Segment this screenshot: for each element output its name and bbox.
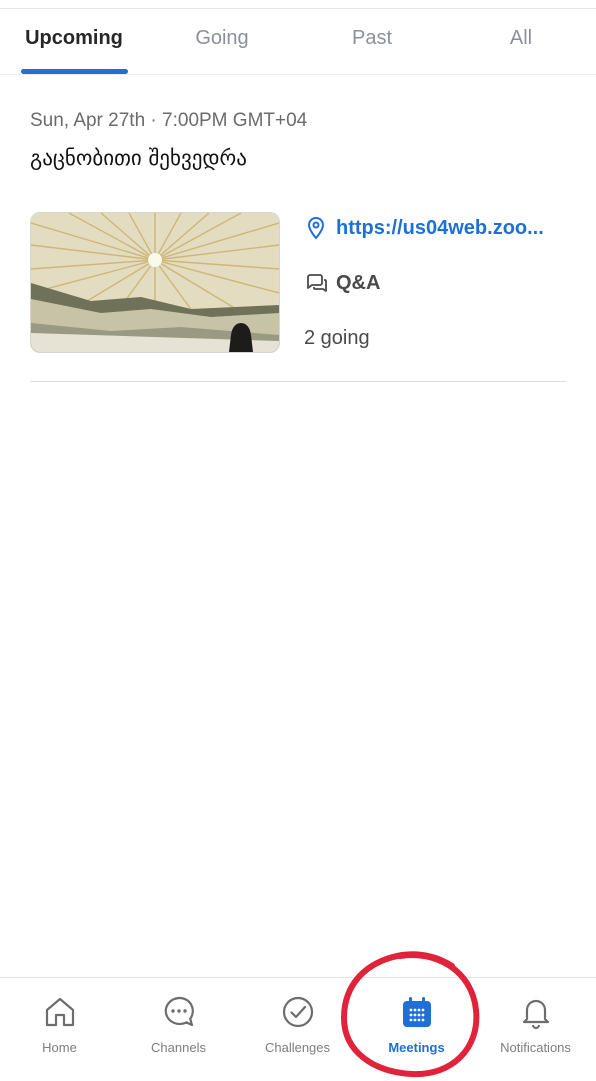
nav-challenges-label: Challenges <box>264 1040 331 1055</box>
tab-past[interactable]: Past <box>312 10 432 66</box>
nav-meetings-label: Meetings <box>388 1040 445 1055</box>
chat-icon <box>164 996 194 1027</box>
event-title[interactable]: გაცნობითი შეხვედრა <box>30 146 247 170</box>
tab-upcoming[interactable]: Upcoming <box>14 10 134 66</box>
event-qa-label: Q&A <box>336 271 381 294</box>
nav-channels-label: Channels <box>151 1040 206 1055</box>
bell-icon <box>522 999 549 1030</box>
nav-channels[interactable]: Channels <box>119 978 238 1081</box>
nav-home-label: Home <box>42 1040 77 1055</box>
active-tab-indicator <box>21 69 128 74</box>
location-pin-icon <box>307 216 325 240</box>
event-attendance[interactable]: 2 going <box>304 327 370 350</box>
check-circle-icon <box>282 996 313 1028</box>
nav-notifications-label: Notifications <box>500 1040 571 1055</box>
event-location-link[interactable]: https://us04web.zoo... <box>304 216 544 240</box>
event-cover-image[interactable] <box>30 212 280 353</box>
tab-all[interactable]: All <box>461 10 581 66</box>
event-qa[interactable]: Q&A <box>304 271 380 295</box>
tab-going[interactable]: Going <box>162 10 282 66</box>
nav-meetings[interactable]: Meetings <box>357 978 476 1081</box>
top-divider <box>0 0 596 9</box>
calendar-icon <box>402 997 431 1027</box>
event-date: Sun, Apr 27th · 7:00PM GMT+04 <box>30 110 308 131</box>
home-icon <box>45 997 74 1027</box>
nav-home[interactable]: Home <box>0 978 119 1081</box>
bottom-navigation: Home Channels Challenges Meetings Notifi… <box>0 977 596 1081</box>
event-filter-tabs: Upcoming Going Past All <box>0 10 596 75</box>
event-attendance-count: 2 going <box>304 327 370 349</box>
nav-challenges[interactable]: Challenges <box>238 978 357 1081</box>
desert-sun-illustration <box>31 213 279 352</box>
event-link-text[interactable]: https://us04web.zoo... <box>336 217 544 240</box>
event-card[interactable]: Sun, Apr 27th · 7:00PM GMT+04 გაცნობითი … <box>30 100 566 382</box>
chat-bubbles-icon <box>307 274 327 292</box>
nav-notifications[interactable]: Notifications <box>476 978 595 1081</box>
